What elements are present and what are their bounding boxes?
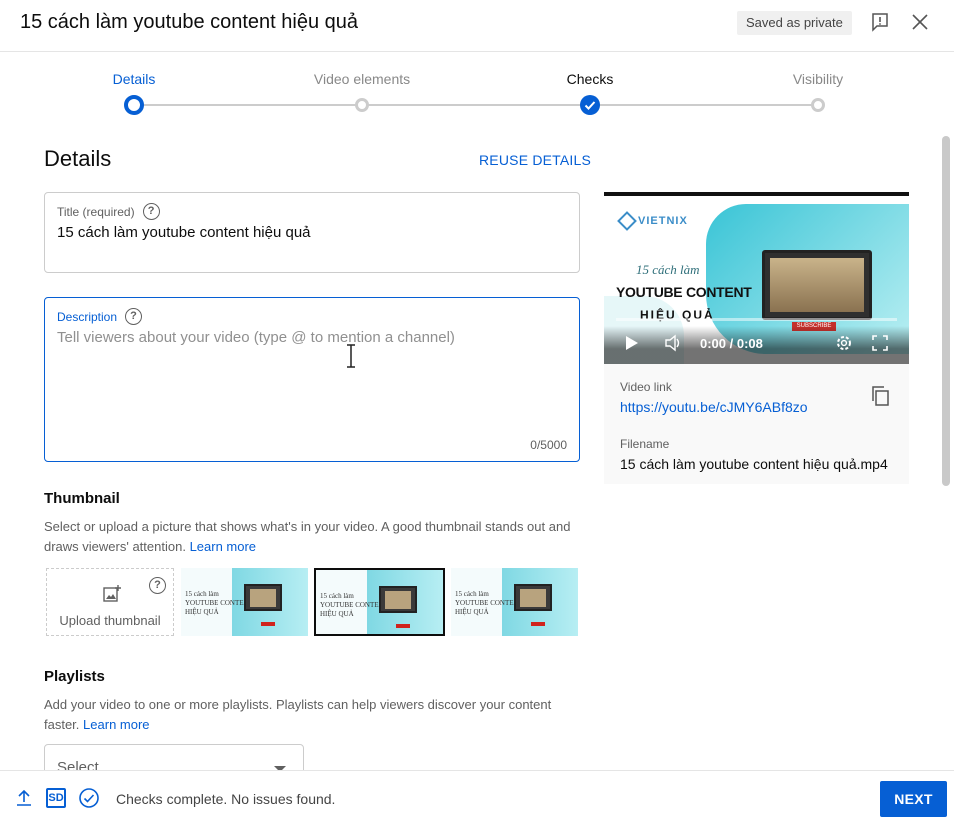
subscribe-graphic <box>261 622 275 626</box>
description-field-label: Description <box>57 309 118 324</box>
playlists-learn-more-link[interactable]: Learn more <box>83 717 149 732</box>
checkmark-icon <box>584 101 596 110</box>
details-heading: Details <box>44 146 112 171</box>
thumbnail-description-text: Select or upload a picture that shows wh… <box>44 519 571 554</box>
help-icon[interactable]: ? <box>149 577 166 594</box>
add-image-icon <box>103 585 121 602</box>
subscribe-graphic <box>531 622 545 626</box>
thumbnail-heading: Thumbnail <box>44 490 120 507</box>
dialog-footer: SD Checks complete. No issues found. NEX… <box>0 770 954 818</box>
step-visibility-dot[interactable] <box>811 98 825 112</box>
step-checks-label[interactable]: Checks <box>567 71 614 87</box>
description-char-counter: 0/5000 <box>530 438 567 452</box>
description-label-row: Description ? <box>57 308 143 325</box>
video-progress-bar[interactable] <box>616 318 897 321</box>
step-details-dot[interactable] <box>124 95 144 115</box>
video-player[interactable]: VIETNIX 15 cách làm YOUTUBE CONTENT HIỆU… <box>604 192 909 364</box>
laptop-screen <box>770 258 864 312</box>
thumbnail-caption: 15 cách làm YOUTUBE CONTENT HIỆU QUẢ <box>185 590 253 617</box>
title-input[interactable]: 15 cách làm youtube content hiệu quả <box>57 224 311 241</box>
step-video-elements-label[interactable]: Video elements <box>314 71 410 87</box>
video-preview-card: VIETNIX 15 cách làm YOUTUBE CONTENT HIỆU… <box>604 192 909 484</box>
subscribe-graphic <box>396 624 410 628</box>
copy-icon[interactable] <box>870 385 890 407</box>
saved-status-badge: Saved as private <box>737 11 852 35</box>
video-time: 0:00 / 0:08 <box>700 336 763 351</box>
title-field-label: Title (required) <box>57 204 135 219</box>
logo-text: VIETNIX <box>638 215 688 227</box>
title-field-label-row: Title (required) ? <box>57 203 160 220</box>
thumbnail-caption-line3: HIỆU QUẢ <box>455 608 489 616</box>
playlist-select[interactable]: Select <box>44 744 304 770</box>
thumbnail-caption-line2: YOUTUBE CONTENT <box>455 599 523 607</box>
step-details-label[interactable]: Details <box>113 71 156 87</box>
thumbnail-caption-line3: HIỆU QUẢ <box>320 610 354 618</box>
sd-quality-icon[interactable]: SD <box>46 788 66 808</box>
checks-status-text: Checks complete. No issues found. <box>116 791 336 807</box>
reuse-details-button[interactable]: REUSE DETAILS <box>479 152 591 168</box>
video-title-line2: YOUTUBE CONTENT <box>616 284 752 300</box>
laptop-graphic <box>762 250 872 320</box>
upload-stepper: Details Video elements Checks Visibility <box>0 52 954 122</box>
laptop-graphic <box>379 586 417 613</box>
report-issue-icon[interactable] <box>870 12 890 32</box>
thumbnail-caption-line2: YOUTUBE CONTENT <box>320 601 388 609</box>
dialog-title: 15 cách làm youtube content hiệu quả <box>20 11 359 33</box>
help-icon[interactable]: ? <box>142 203 160 220</box>
settings-gear-icon[interactable] <box>835 334 853 352</box>
text-cursor-icon <box>347 344 355 368</box>
thumbnail-caption-line3: HIỆU QUẢ <box>185 608 219 616</box>
title-field[interactable]: Title (required) ? 15 cách làm youtube c… <box>44 192 580 273</box>
filename-label: Filename <box>620 437 670 451</box>
step-video-elements-dot[interactable] <box>355 98 369 112</box>
thumbnail-caption-line1: 15 cách làm <box>185 590 219 598</box>
thumbnail-caption-line2: YOUTUBE CONTENT <box>185 599 253 607</box>
video-link[interactable]: https://youtu.be/cJMY6ABf8zo <box>620 399 808 415</box>
description-field[interactable]: Description ? Tell viewers about your vi… <box>44 297 580 462</box>
video-title-line1: 15 cách làm <box>636 262 700 277</box>
filename-value: 15 cách làm youtube content hiệu quả.mp4 <box>620 456 888 472</box>
thumbnail-option-1[interactable]: 15 cách làm YOUTUBE CONTENT HIỆU QUẢ <box>181 568 308 636</box>
laptop-graphic <box>514 584 552 611</box>
thumbnail-caption: 15 cách làm YOUTUBE CONTENT HIỆU QUẢ <box>455 590 523 617</box>
thumbnail-description: Select or upload a picture that shows wh… <box>44 517 584 557</box>
scrollbar[interactable] <box>942 136 950 486</box>
logo-mark-icon <box>617 211 637 231</box>
thumbnail-option-3[interactable]: 15 cách làm YOUTUBE CONTENT HIỆU QUẢ <box>451 568 578 636</box>
upload-icon[interactable] <box>14 788 34 808</box>
scrollbar-thumb[interactable] <box>942 136 950 486</box>
video-link-label: Video link <box>620 380 672 394</box>
play-icon[interactable] <box>622 334 640 352</box>
fullscreen-icon[interactable] <box>871 334 889 352</box>
laptop-graphic <box>244 584 282 611</box>
checks-complete-icon[interactable] <box>78 787 100 809</box>
step-checks-dot[interactable] <box>580 95 600 115</box>
details-scroll-area[interactable]: Details REUSE DETAILS Title (required) ?… <box>0 122 954 770</box>
thumbnail-option-2[interactable]: 15 cách làm YOUTUBE CONTENT HIỆU QUẢ <box>314 568 445 636</box>
thumbnail-learn-more-link[interactable]: Learn more <box>190 539 256 554</box>
step-visibility-label[interactable]: Visibility <box>793 71 843 87</box>
help-icon[interactable]: ? <box>125 308 143 325</box>
next-button[interactable]: NEXT <box>880 781 947 817</box>
playlists-heading: Playlists <box>44 668 105 685</box>
stepper-track <box>134 104 818 106</box>
thumbnail-caption-line1: 15 cách làm <box>455 590 489 598</box>
playlists-description: Add your video to one or more playlists.… <box>44 695 564 735</box>
upload-thumbnail-label: Upload thumbnail <box>59 613 161 628</box>
upload-thumbnail-button[interactable]: ? Upload thumbnail <box>46 568 174 636</box>
vietnix-logo: VIETNIX <box>617 211 688 231</box>
description-input[interactable]: Tell viewers about your video (type @ to… <box>57 329 455 346</box>
thumbnail-caption: 15 cách làm YOUTUBE CONTENT HIỆU QUẢ <box>320 592 388 619</box>
playlist-select-value: Select <box>57 759 99 770</box>
dialog-header: 15 cách làm youtube content hiệu quả Sav… <box>0 0 954 52</box>
close-icon[interactable] <box>910 12 930 32</box>
volume-icon[interactable] <box>664 334 682 352</box>
thumbnail-caption-line1: 15 cách làm <box>320 592 354 600</box>
